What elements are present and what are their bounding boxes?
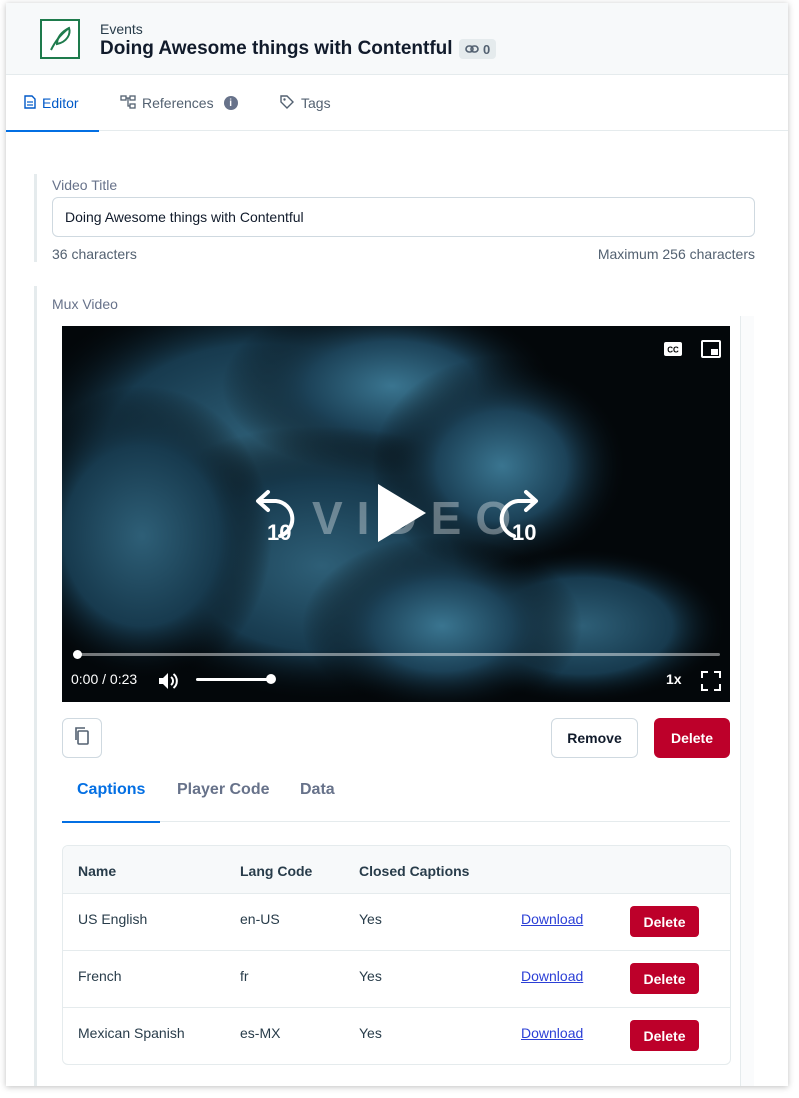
entry-header: Events Doing Awesome things with Content…: [6, 3, 788, 75]
caption-lang: fr: [240, 968, 249, 984]
link-icon: [465, 42, 479, 57]
video-tabs: Captions Player Code Data: [62, 758, 730, 823]
caption-name: Mexican Spanish: [78, 1025, 185, 1041]
seek-backward-label: 10: [267, 520, 291, 544]
table-row: French fr Yes Download Delete: [63, 951, 730, 1008]
progress-bar[interactable]: [73, 650, 720, 659]
seek-forward-label: 10: [512, 520, 536, 544]
delete-video-button[interactable]: Delete: [654, 718, 730, 758]
volume-knob[interactable]: [266, 674, 276, 684]
delete-caption-button[interactable]: Delete: [630, 963, 699, 994]
references-count: 0: [483, 41, 491, 57]
video-title-input[interactable]: [52, 197, 755, 237]
seek-backward-icon[interactable]: 10: [252, 484, 304, 549]
info-icon[interactable]: i: [223, 96, 238, 110]
caption-closed: Yes: [359, 911, 382, 927]
references-icon: [120, 94, 136, 112]
download-link[interactable]: Download: [521, 968, 583, 984]
volume-slider[interactable]: [196, 678, 272, 681]
scrollbar[interactable]: [740, 316, 754, 1086]
character-limit: Maximum 256 characters: [597, 246, 755, 262]
seek-forward-icon[interactable]: 10: [492, 484, 544, 549]
remove-button[interactable]: Remove: [551, 718, 638, 758]
time-display: 0:00 / 0:23: [71, 671, 138, 687]
header-lang-code: Lang Code: [240, 863, 313, 879]
caption-name: French: [78, 968, 122, 984]
copy-icon: [74, 726, 90, 750]
fullscreen-icon[interactable]: [701, 671, 721, 696]
document-icon: [24, 94, 36, 112]
table-header: Name Lang Code Closed Captions: [63, 846, 730, 894]
delete-caption-button[interactable]: Delete: [630, 906, 699, 937]
download-link[interactable]: Download: [521, 911, 583, 927]
video-player[interactable]: VIDEO CC 10 10 0:00 / 0:23 1x: [62, 326, 730, 702]
tab-tags-label: Tags: [301, 95, 331, 111]
tab-editor-label: Editor: [42, 95, 79, 111]
tab-editor[interactable]: Editor: [6, 75, 99, 132]
download-link[interactable]: Download: [521, 1025, 583, 1041]
character-count: 36 characters: [52, 246, 137, 262]
volume-icon[interactable]: [157, 671, 179, 696]
entry-tabs: Editor References i Tags: [6, 75, 788, 132]
table-row: US English en-US Yes Download Delete: [63, 894, 730, 951]
play-icon[interactable]: [374, 481, 430, 550]
caption-closed: Yes: [359, 968, 382, 984]
delete-caption-button[interactable]: Delete: [630, 1020, 699, 1051]
tab-tags[interactable]: Tags: [279, 75, 331, 131]
entry-editor-window: Events Doing Awesome things with Content…: [6, 3, 788, 1086]
mux-video-field: [34, 286, 37, 1086]
copy-button[interactable]: [62, 718, 102, 758]
captions-table: Name Lang Code Closed Captions US Englis…: [62, 845, 731, 1065]
feather-logo-icon: [40, 19, 80, 59]
table-row: Mexican Spanish es-MX Yes Download Delet…: [63, 1008, 730, 1064]
caption-name: US English: [78, 911, 148, 927]
tab-references-label: References: [142, 95, 214, 111]
header-closed-captions: Closed Captions: [359, 863, 470, 879]
closed-captions-icon[interactable]: CC: [663, 341, 683, 362]
picture-in-picture-icon[interactable]: [701, 340, 721, 363]
tab-captions[interactable]: Captions: [62, 758, 161, 823]
progress-knob[interactable]: [73, 650, 82, 659]
tab-data[interactable]: Data: [285, 758, 350, 822]
caption-closed: Yes: [359, 1025, 382, 1041]
video-title-field: [34, 174, 37, 262]
tab-references[interactable]: References i: [120, 75, 238, 131]
tag-icon: [279, 94, 295, 113]
caption-lang: en-US: [240, 911, 280, 927]
playback-speed[interactable]: 1x: [666, 671, 682, 687]
tab-player-code[interactable]: Player Code: [162, 758, 284, 822]
header-name: Name: [78, 863, 117, 879]
caption-lang: es-MX: [240, 1025, 281, 1041]
content-type-label: Events: [100, 21, 143, 37]
svg-text:CC: CC: [667, 346, 679, 355]
entry-title: Doing Awesome things with Contentful: [100, 38, 453, 59]
references-badge[interactable]: 0: [459, 39, 497, 59]
mux-video-label: Mux Video: [52, 296, 118, 312]
video-title-label: Video Title: [52, 177, 118, 193]
